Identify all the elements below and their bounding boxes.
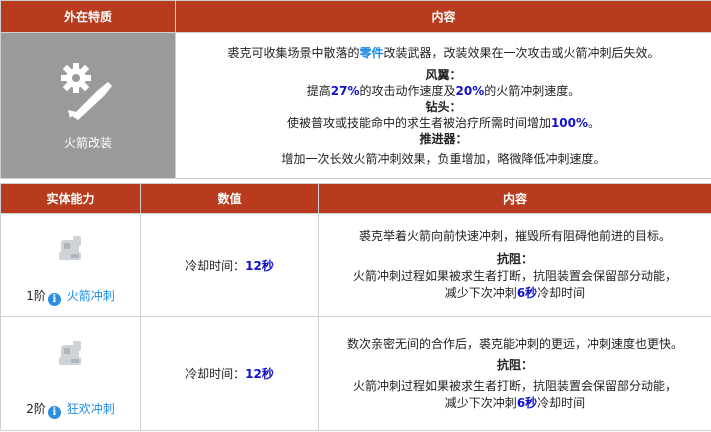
fengyi-v2: 20% [455, 83, 485, 98]
tuijinqi-title: 推进器： [419, 131, 468, 146]
resist-line2b: 冷却时间 [537, 395, 586, 410]
trait-intro: 裘克可收集场景中散落的零件改装武器，改装效果在一次攻击或火箭冲刺后失效。 [182, 45, 705, 61]
table-row: 1阶 i 火箭冲刺 冷却时间：12秒 裘克举着火箭向前快速冲刺，摧毁所有阻碍他前进… [0, 213, 711, 317]
resist-line2: 减少下次冲刺6秒冷却时间 [327, 285, 703, 302]
zuantou-v1: 100% [550, 115, 589, 130]
gear-rocket-icon [61, 63, 112, 120]
ability-table: 实体能力 数值 内容 1阶 i 火箭冲刺 冷却时间：12秒 裘克举着火箭向前快速冲… [0, 183, 711, 431]
ability-label-2: 2阶 i 狂欢冲刺 [1, 400, 140, 419]
header-ability: 实体能力 [0, 183, 141, 214]
trait-name: 火箭改装 [63, 136, 112, 150]
header-content: 内容 [175, 0, 711, 33]
ability-cell-2: 2阶 i 狂欢冲刺 [0, 316, 141, 431]
intro-text: 裘克可收集场景中散落的 [227, 45, 360, 60]
fengyi-v1: 27% [330, 83, 360, 98]
rocket-dash-icon [58, 236, 81, 260]
resist-title: 抗阻： [496, 357, 533, 372]
fengyi-title: 风翼： [425, 67, 462, 82]
trait-table: 外在特质 内容 火箭改装 裘克可收集场景中散落的零件改装武器，改装效果在一次攻击… [0, 0, 711, 179]
table-row: 2阶 i 狂欢冲刺 冷却时间：12秒 数次亲密无间的合作后，裘克能冲刺的更远，冲刺… [0, 316, 711, 431]
resist-line2b: 冷却时间 [537, 286, 586, 300]
zuantou-text: 使被普攻或技能命中的求生者被治疗所需时间增加100%。 [182, 115, 705, 131]
carnival-dash-icon [58, 340, 81, 365]
header-trait: 外在特质 [0, 0, 176, 33]
ability-level: 2阶 [26, 401, 46, 416]
resist-line2a: 减少下次冲刺 [444, 395, 517, 410]
fengyi-t1: 提高 [306, 83, 331, 98]
tuijinqi-text: 增加一次长效火箭冲刺效果，负重增加，略微降低冲刺速度。 [281, 151, 606, 166]
trait-cell: 火箭改装 [0, 32, 176, 179]
header-desc: 内容 [318, 183, 711, 214]
cooldown-label: 冷却时间： [185, 367, 246, 381]
resist-line1: 火箭冲刺过程如果被求生者打断，抗阻装置会保留部分动能， [352, 378, 677, 393]
zuantou-t2: 。 [588, 115, 601, 130]
cooldown-cell-2: 冷却时间：12秒 [140, 316, 319, 431]
cooldown-value: 12秒 [245, 258, 274, 273]
intro-text-2: 改装武器，改装效果在一次攻击或火箭冲刺后失效。 [383, 45, 660, 60]
zuantou-t1: 使被普攻或技能命中的求生者被治疗所需时间增加 [286, 115, 551, 130]
resist-line1: 火箭冲刺过程如果被求生者打断，抗阻装置会保留部分动能， [352, 269, 677, 283]
resist-value: 6秒 [516, 395, 538, 410]
resist-line2: 减少下次冲刺6秒冷却时间 [327, 395, 703, 412]
header-value: 数值 [140, 183, 319, 214]
zuantou-title: 钻头： [425, 99, 462, 114]
resist-value: 6秒 [516, 286, 538, 300]
ability-name-link[interactable]: 火箭冲刺 [67, 289, 115, 303]
ability-cell-1: 1阶 i 火箭冲刺 [0, 213, 141, 317]
ability-desc: 数次亲密无间的合作后，裘克能冲刺的更远，冲刺速度也更快。 [346, 336, 683, 351]
ability-name-link[interactable]: 狂欢冲刺 [67, 402, 115, 416]
cooldown-value: 12秒 [245, 367, 274, 381]
desc-cell-1: 裘克举着火箭向前快速冲刺，摧毁所有阻碍他前进的目标。 抗阻： 火箭冲刺过程如果被… [318, 213, 711, 317]
cooldown-cell-1: 冷却时间：12秒 [140, 213, 319, 317]
parts-link[interactable]: 零件 [359, 46, 383, 60]
info-icon[interactable]: i [47, 293, 61, 306]
fengyi-text: 提高27%的攻击动作速度及20%的火箭冲刺速度。 [182, 83, 705, 99]
resist-title: 抗阻： [496, 252, 533, 266]
info-icon[interactable]: i [47, 405, 61, 419]
trait-description: 裘克可收集场景中散落的零件改装武器，改装效果在一次攻击或火箭冲刺后失效。 风翼：… [175, 32, 711, 179]
ability-desc: 裘克举着火箭向前快速冲刺，摧毁所有阻碍他前进的目标。 [358, 229, 671, 243]
ability-level: 1阶 [26, 289, 46, 303]
fengyi-t2: 的攻击动作速度及 [359, 83, 456, 98]
resist-line2a: 减少下次冲刺 [444, 286, 517, 300]
fengyi-t3: 的火箭冲刺速度。 [484, 83, 581, 98]
ability-label-1: 1阶 i 火箭冲刺 [1, 287, 140, 306]
desc-cell-2: 数次亲密无间的合作后，裘克能冲刺的更远，冲刺速度也更快。 抗阻： 火箭冲刺过程如… [318, 316, 711, 431]
cooldown-label: 冷却时间： [185, 258, 246, 273]
